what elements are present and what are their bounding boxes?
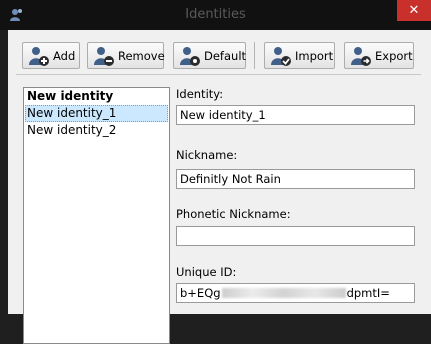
phonetic-nickname-label: Phonetic Nickname: [176, 207, 291, 221]
phonetic-nickname-field[interactable] [176, 226, 415, 246]
window-title: Identities [185, 7, 246, 22]
user-default-icon [180, 46, 200, 66]
add-button-label: Add [53, 48, 76, 63]
unique-id-suffix: dpmtI= [346, 286, 390, 300]
toolbar-divider [16, 74, 421, 75]
list-item[interactable]: New identity_1 [25, 105, 168, 122]
identity-list[interactable]: New identity New identity_1 New identity… [23, 87, 170, 344]
unique-id-label: Unique ID: [176, 265, 237, 279]
nickname-label: Nickname: [176, 148, 238, 162]
list-item[interactable]: New identity_2 [25, 122, 168, 139]
export-button-label: Export [375, 48, 413, 63]
default-button[interactable]: Default [173, 42, 246, 69]
list-item[interactable]: New identity [25, 88, 168, 105]
export-button[interactable]: Export [344, 42, 414, 69]
redacted-region [221, 288, 346, 298]
unique-id-prefix: b+EQg [180, 286, 221, 300]
user-export-icon [351, 46, 371, 66]
identity-label: Identity: [176, 87, 224, 101]
remove-button-label: Remove [118, 48, 165, 63]
user-add-icon [29, 46, 49, 66]
identity-field[interactable]: New identity_1 [176, 105, 415, 125]
nickname-field[interactable]: Definitly Not Rain [176, 169, 415, 189]
remove-button[interactable]: Remove [87, 42, 165, 69]
default-button-label: Default [204, 48, 247, 63]
user-import-icon [271, 46, 291, 66]
title-bar: Identities ✕ [0, 0, 431, 30]
unique-id-field[interactable]: b+EQg dpmtI= [176, 283, 415, 303]
toolbar-separator [254, 42, 255, 69]
dialog-body: Add Remove Default Import Export New ide… [8, 30, 431, 344]
import-button-label: Import [295, 48, 334, 63]
user-remove-icon [94, 46, 114, 66]
import-button[interactable]: Import [264, 42, 335, 69]
add-button[interactable]: Add [22, 42, 80, 69]
close-button[interactable]: ✕ [397, 0, 431, 21]
